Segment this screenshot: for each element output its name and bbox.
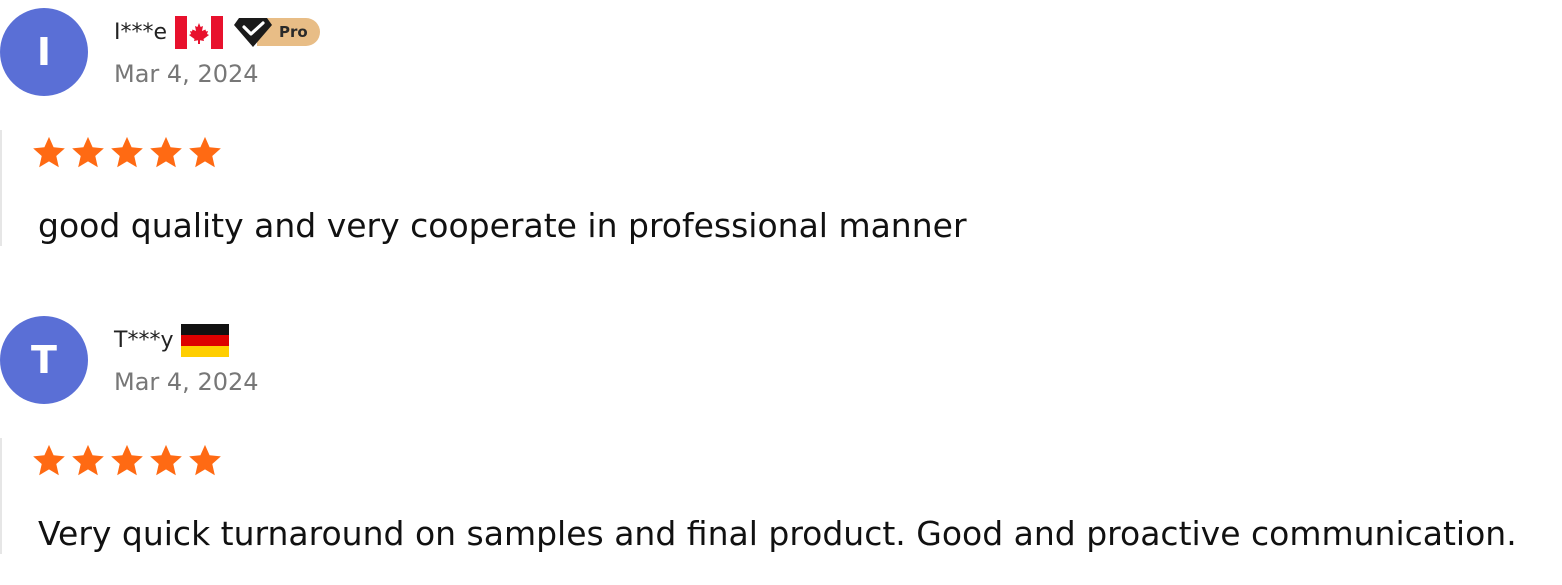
pro-badge: Pro [233,17,320,47]
star-icon [72,444,104,476]
star-rating [30,134,225,172]
reviewer-line: I***e Pro [114,15,320,49]
germany-flag-icon [181,323,230,357]
star-icon [150,136,182,168]
avatar: T [0,316,88,404]
star-icon [189,136,221,168]
review-text: good quality and very cooperate in profe… [38,206,967,245]
review-text: Very quick turnaround on samples and fin… [38,514,1517,553]
review-date: Mar 4, 2024 [114,368,259,396]
star-icon [111,444,143,476]
reviewer-line: T***y [114,323,239,357]
star-icon [33,444,65,476]
canada-flag-icon [175,15,224,49]
star-icon [72,136,104,168]
reviewer-name: I***e [114,19,168,45]
star-rating [30,442,225,480]
star-icon [150,444,182,476]
reviewer-name: T***y [114,327,174,353]
star-icon [33,136,65,168]
review-date: Mar 4, 2024 [114,60,259,88]
star-icon [189,444,221,476]
avatar: I [0,8,88,96]
review-body: good quality and very cooperate in profe… [0,130,1562,246]
review-body: Very quick turnaround on samples and fin… [0,438,1562,554]
verified-diamond-icon [234,18,273,47]
star-icon [111,136,143,168]
